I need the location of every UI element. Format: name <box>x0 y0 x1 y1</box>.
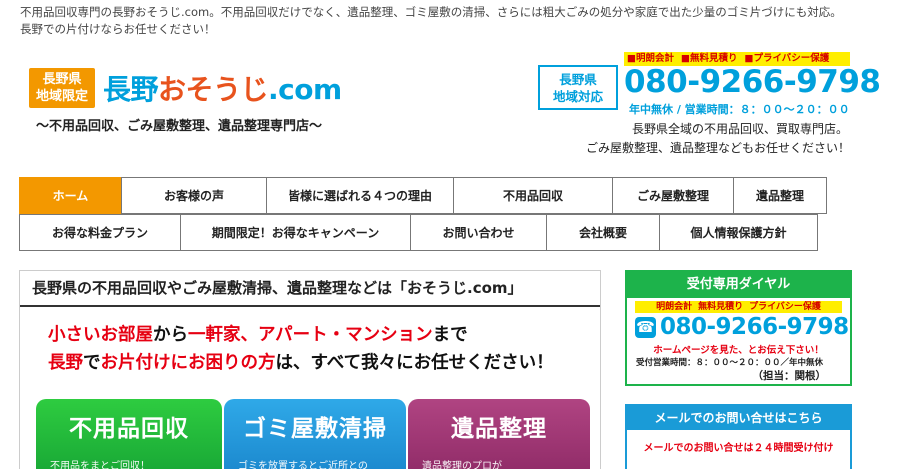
lead-line-2: 長野でお片付けにお困りの方は、すべて我々にお任せください！ <box>48 349 600 377</box>
sidebar-phone-link[interactable]: ☎ 080-9266-9798 <box>627 314 850 340</box>
business-hours: 年中無休 / 営業時間：８：００～２０：００ <box>629 103 850 116</box>
region-box: 長野県 地域対応 <box>538 65 618 110</box>
logo-title-main: 長野 <box>103 73 159 106</box>
nav-price-plan[interactable]: お得な料金プラン <box>19 214 181 251</box>
lead-line-1: 小さいお部屋から一軒家、アパート・マンションまで <box>48 321 600 349</box>
sidebar-badge-privacy: プライバシー保護 <box>749 302 821 312</box>
nav-estate-cleanup[interactable]: 遺品整理 <box>733 177 827 214</box>
sidebar-phone-staff: （担当：関根） <box>752 370 827 382</box>
service-subtitle: 遺品整理のプロが <box>422 461 502 469</box>
header-phone-number[interactable]: 080-9266-9798 <box>624 64 881 100</box>
lead2-c: お片付けにお困りの方 <box>100 353 276 373</box>
service-subtitle: ゴミを放置するとご近所との <box>238 461 368 469</box>
service-card-junk-removal[interactable]: 不用品回収 不用品をまとご回収！ <box>36 399 222 469</box>
lead1-a: 小さいお部屋 <box>48 325 153 345</box>
lead2-a: 長野 <box>48 353 83 373</box>
lead2-b: で <box>83 353 101 373</box>
sidebar-mail-heading[interactable]: メールでのお問い合せはこちら <box>627 406 850 430</box>
header-description-2: ごみ屋敷整理、遺品整理などもお任せください！ <box>585 141 850 155</box>
main-heading: 長野県の不用品回収やごみ屋敷清掃、遺品整理などは「おそうじ.com」 <box>20 271 600 307</box>
sidebar-badge-accounting: 明朗会計 <box>656 302 693 312</box>
nav-junk-removal[interactable]: 不用品回収 <box>453 177 613 214</box>
global-nav: ホーム お客様の声 皆様に選ばれる４つの理由 不用品回収 ごみ屋敷整理 遺品整理… <box>19 177 827 251</box>
badge-estimate: ■無料見積り <box>680 53 738 64</box>
sidebar-mail-box: メールでのお問い合せはこちら メールでのお問い合せは２４時間受け付け <box>625 404 852 469</box>
nav-campaign[interactable]: 期間限定！お得なキャンペーン <box>180 214 411 251</box>
logo-subtitle: ～不用品回収、ごみ屋敷整理、遺品整理専門店～ <box>36 119 323 134</box>
service-title: ゴミ屋敷清掃 <box>243 416 387 442</box>
region-line-2: 地域対応 <box>552 89 603 104</box>
intro-text: 不用品回収専門の長野おそうじ.com。不用品回収だけでなく、遺品整理、ゴミ屋敷の… <box>20 4 880 38</box>
lead1-b: から <box>153 325 188 345</box>
service-card-estate-cleanup[interactable]: 遺品整理 遺品整理のプロが <box>408 399 590 469</box>
sidebar-phone-box: 受付専用ダイヤル 明朗会計 無料見積り プライバシー保護 ☎ 080-9266-97… <box>625 270 852 386</box>
logo-region-badge: 長野県 地域限定 <box>29 68 95 108</box>
phone-icon: ☎ <box>635 316 656 338</box>
sidebar-phone-heading: 受付専用ダイヤル <box>627 272 850 298</box>
nav-row-1: ホーム お客様の声 皆様に選ばれる４つの理由 不用品回収 ごみ屋敷整理 遺品整理 <box>19 177 827 214</box>
sidebar-phone-note: ホームページを見た、とお伝え下さい！ <box>653 345 824 356</box>
sidebar-badges: 明朗会計 無料見積り プライバシー保護 <box>635 301 842 313</box>
nav-privacy[interactable]: 個人情報保護方針 <box>659 214 818 251</box>
service-title: 不用品回収 <box>69 416 189 442</box>
logo-title-accent: おそうじ <box>158 73 269 106</box>
nav-trash-house[interactable]: ごみ屋敷整理 <box>612 177 734 214</box>
intro-line-2: 長野での片付けならお任せください！ <box>20 22 216 36</box>
lead-text: 小さいお部屋から一軒家、アパート・マンションまで 長野でお片付けにお困りの方は、… <box>20 307 600 377</box>
nav-company[interactable]: 会社概要 <box>546 214 660 251</box>
service-title: 遺品整理 <box>451 416 547 442</box>
service-card-trash-house[interactable]: ゴミ屋敷清掃 ゴミを放置するとご近所との <box>224 399 406 469</box>
logo-title-suffix: .com <box>268 73 342 106</box>
nav-voices[interactable]: お客様の声 <box>121 177 267 214</box>
badge-privacy: ■プライバシー保護 <box>744 53 830 64</box>
logo-badge-line-2: 地域限定 <box>35 89 88 104</box>
lead1-d: まで <box>432 325 468 345</box>
badge-accounting: ■明朗会計 <box>627 53 674 64</box>
lead2-d: は、すべて我々にお任せください！ <box>275 353 554 373</box>
nav-home[interactable]: ホーム <box>19 177 122 214</box>
service-subtitle: 不用品をまとご回収！ <box>50 461 150 469</box>
sidebar-badge-estimate: 無料見積り <box>698 302 744 312</box>
sidebar-phone-hours: 受付営業時間：８：００～２０：００／年中無休 <box>636 358 824 368</box>
main-content: 長野県の不用品回収やごみ屋敷清掃、遺品整理などは「おそうじ.com」 小さいお部… <box>19 270 601 469</box>
intro-line-1: 不用品回収専門の長野おそうじ.com。不用品回収だけでなく、遺品整理、ゴミ屋敷の… <box>20 5 842 19</box>
nav-contact[interactable]: お問い合わせ <box>410 214 547 251</box>
service-cards: 不用品回収 不用品をまとご回収！ ゴミ屋敷清掃 ゴミを放置するとご近所との 遺品… <box>36 399 590 469</box>
lead1-c: 一軒家、アパート・マンション <box>188 325 433 345</box>
region-line-1: 長野県 <box>559 72 597 87</box>
site-logo[interactable]: 長野おそうじ.com <box>103 68 342 108</box>
logo-badge-line-1: 長野県 <box>42 72 82 87</box>
nav-reasons[interactable]: 皆様に選ばれる４つの理由 <box>266 177 454 214</box>
header-description-1: 長野県全域の不用品回収、買取専門店。 <box>631 122 848 136</box>
sidebar-phone-number: 080-9266-9798 <box>660 314 849 340</box>
nav-row-2: お得な料金プラン 期間限定！お得なキャンペーン お問い合わせ 会社概要 個人情報… <box>19 214 827 251</box>
sidebar-mail-text: メールでのお問い合せは２４時間受け付け <box>643 443 834 454</box>
